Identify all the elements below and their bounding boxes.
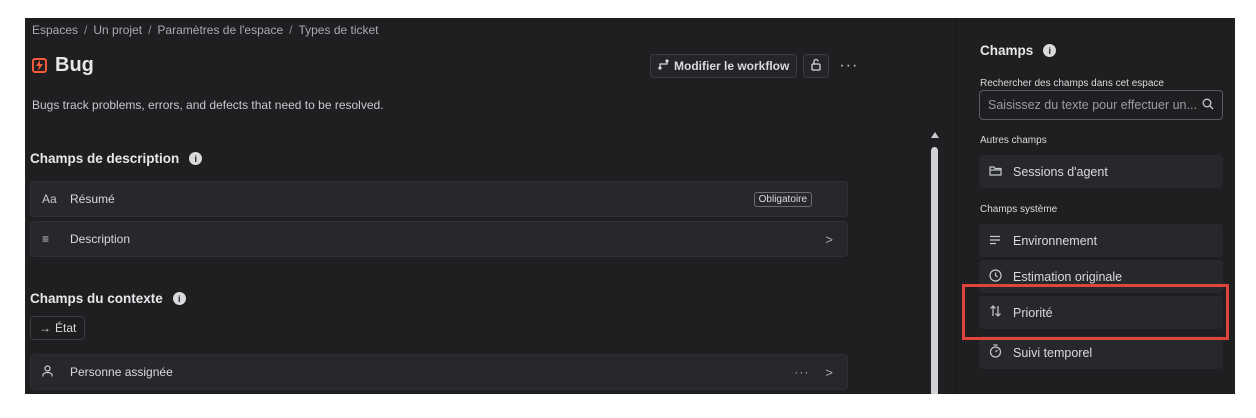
info-icon[interactable]: i [1043, 44, 1057, 57]
breadcrumb-separator: / [84, 23, 88, 37]
breadcrumb: Espaces / Un projet / Paramètres de l'espace… [32, 23, 379, 37]
status-field-label: État [55, 321, 77, 335]
breadcrumb-types[interactable]: Types de ticket [298, 23, 378, 37]
context-fields-title: Champs du contexte [30, 291, 163, 306]
field-row-summary[interactable]: Aa Résumé Obligatoire [30, 181, 848, 217]
info-icon[interactable]: i [172, 292, 186, 305]
field-label: Environnement [1013, 233, 1098, 248]
field-environnement[interactable]: Environnement [979, 224, 1223, 257]
arrow-right-icon: → [39, 321, 51, 335]
breadcrumb-parametres[interactable]: Paramètres de l'espace [157, 23, 283, 37]
folder-icon [979, 165, 1013, 179]
other-fields-label: Autres champs [980, 135, 1047, 146]
info-icon[interactable]: i [189, 152, 203, 165]
more-actions-button[interactable]: ··· [835, 57, 858, 75]
more-options-icon[interactable]: ··· [794, 365, 825, 379]
chevron-right-icon[interactable]: > [825, 232, 847, 247]
field-sessions-agent[interactable]: Sessions d'agent [979, 155, 1223, 188]
header-actions: Modifier le workflow ··· [650, 54, 858, 78]
field-row-description[interactable]: ≡ Description > [30, 221, 848, 257]
scrollbar[interactable] [930, 132, 940, 394]
system-fields-label: Champs système [980, 204, 1058, 215]
field-label: Suivi temporel [1013, 345, 1093, 360]
field-label: Estimation originale [1013, 269, 1123, 284]
required-badge: Obligatoire [753, 191, 812, 207]
breadcrumb-espaces[interactable]: Espaces [32, 23, 78, 37]
workflow-icon [658, 59, 669, 73]
lock-button[interactable] [803, 54, 830, 78]
field-row-assignee[interactable]: Personne assignée ··· > [30, 354, 848, 390]
scrollbar-thumb[interactable] [931, 147, 938, 394]
clock-icon [979, 268, 1013, 285]
sidebar-heading: Champs i [980, 43, 1057, 58]
scroll-up-arrow-icon[interactable] [931, 132, 939, 138]
search-icon [1202, 98, 1222, 113]
person-icon [31, 364, 68, 380]
title-row: Bug [32, 54, 94, 77]
breadcrumb-separator: / [148, 23, 152, 37]
search-placeholder: Saisissez du texte pour effectuer un... [988, 98, 1197, 112]
description-fields-heading: Champs de description i [30, 151, 203, 166]
unlock-icon [810, 58, 822, 74]
text-icon: Aa [42, 192, 57, 206]
field-suivi-temporel[interactable]: Suivi temporel [979, 336, 1223, 369]
status-field-pill[interactable]: → État [30, 316, 86, 340]
page-title: Bug [55, 54, 94, 76]
breadcrumb-projet[interactable]: Un projet [93, 23, 142, 37]
issue-type-description: Bugs track problems, errors, and defects… [32, 98, 384, 112]
main-panel: Espaces / Un projet / Paramètres de l'espace… [25, 18, 955, 394]
highlight-box [962, 284, 1229, 340]
bug-type-icon [32, 58, 47, 73]
description-fields-title: Champs de description [30, 151, 180, 166]
search-input[interactable]: Saisissez du texte pour effectuer un... [979, 90, 1223, 120]
chevron-right-icon[interactable]: > [825, 365, 847, 380]
field-label: Résumé [70, 192, 115, 206]
modify-workflow-button[interactable]: Modifier le workflow [650, 54, 798, 78]
context-fields-heading: Champs du contexte i [30, 291, 186, 306]
lines-icon: ≡ [42, 232, 50, 246]
sidebar-title: Champs [980, 43, 1034, 58]
field-label: Sessions d'agent [1013, 164, 1108, 179]
field-label: Personne assignée [70, 365, 173, 379]
breadcrumb-separator: / [289, 23, 293, 37]
field-label: Description [70, 232, 131, 246]
modify-workflow-label: Modifier le workflow [674, 59, 790, 73]
stopwatch-icon [979, 344, 1013, 361]
search-label: Rechercher des champs dans cet espace [980, 78, 1164, 89]
lines-icon [979, 234, 1013, 248]
